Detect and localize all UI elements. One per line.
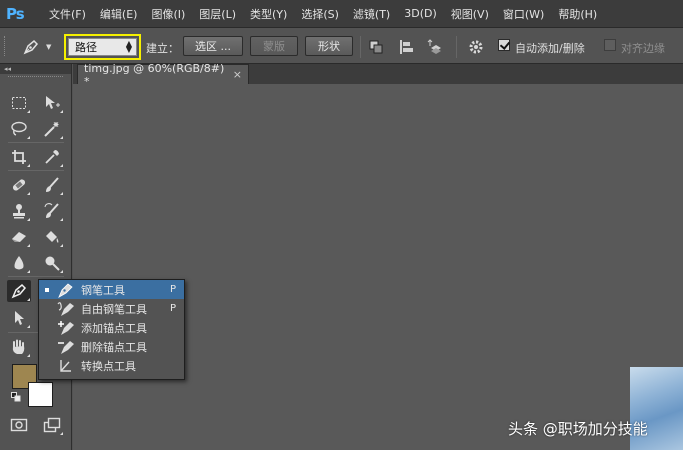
make-shape-button[interactable]: 形状 — [305, 36, 353, 56]
chevron-down-icon: ▼ — [46, 43, 52, 51]
lasso-tool[interactable] — [7, 118, 31, 140]
flyout-item-pen[interactable]: 钢笔工具 P — [39, 280, 184, 299]
selected-bullet-icon — [45, 287, 49, 292]
healing-brush-tool[interactable] — [7, 174, 31, 196]
freeform-pen-icon — [56, 300, 76, 318]
path-operations-icon[interactable] — [366, 37, 386, 57]
auto-add-delete-label: 自动添加/删除 — [515, 42, 585, 55]
menu-bar: Ps 文件(F) 编辑(E) 图像(I) 图层(L) 类型(Y) 选择(S) 滤… — [0, 0, 683, 27]
menu-select[interactable]: 选择(S) — [294, 6, 346, 22]
updown-arrow-icon: ▲ ▼ — [125, 39, 132, 54]
menu-image[interactable]: 图像(I) — [144, 6, 192, 22]
divider — [8, 170, 64, 171]
menu-layer[interactable]: 图层(L) — [192, 6, 243, 22]
tool-mode-select[interactable]: 路径 ▲ ▼ — [64, 34, 141, 60]
brush-tool[interactable] — [40, 174, 64, 196]
delete-anchor-icon — [56, 338, 76, 356]
pen-tool[interactable] — [7, 280, 31, 302]
path-alignment-icon[interactable] — [396, 37, 416, 57]
convert-point-icon — [56, 357, 76, 375]
blur-tool[interactable] — [7, 252, 31, 274]
flyout-item-shortcut: P — [170, 284, 177, 295]
auto-add-delete-checkbox[interactable] — [498, 39, 510, 51]
document-tab[interactable]: timg.jpg @ 60%(RGB/8#) * × — [77, 62, 249, 88]
options-bar-grip[interactable] — [4, 36, 8, 56]
document-tab-bar: timg.jpg @ 60%(RGB/8#) * × — [73, 62, 683, 88]
eyedropper-tool[interactable] — [40, 146, 64, 168]
make-selection-button[interactable]: 选区 ... — [183, 36, 243, 56]
flyout-item-label: 转换点工具 — [81, 359, 136, 373]
flyout-item-label: 钢笔工具 — [81, 283, 125, 297]
flyout-item-label: 添加锚点工具 — [81, 321, 147, 335]
flyout-item-shortcut: P — [170, 303, 177, 314]
flyout-item-freeform-pen[interactable]: 自由钢笔工具 P — [39, 299, 184, 318]
pen-tool-flyout-menu: 钢笔工具 P 自由钢笔工具 P 添加锚点工具 删除锚点工具 转换点工具 — [38, 279, 185, 380]
divider — [8, 276, 64, 277]
screen-mode-icon[interactable] — [40, 414, 64, 436]
pen-icon — [56, 281, 76, 299]
menu-window[interactable]: 窗口(W) — [496, 6, 551, 22]
default-colors-icon[interactable] — [9, 390, 23, 404]
background-color-swatch[interactable] — [28, 382, 53, 407]
history-brush-tool[interactable] — [40, 200, 64, 222]
hand-tool[interactable] — [7, 336, 31, 358]
options-bar: ▼ 路径 ▲ ▼ 建立： 选区 ... 蒙版 形状 自动添加/删除 对齐边缘 — [0, 27, 683, 64]
flyout-item-convert-point[interactable]: 转换点工具 — [39, 356, 184, 375]
divider — [8, 142, 64, 143]
divider — [456, 36, 457, 58]
paint-bucket-tool[interactable] — [40, 226, 64, 248]
panel-grip[interactable] — [8, 76, 63, 82]
path-selection-tool[interactable] — [7, 307, 31, 329]
panel-collapse-icon[interactable]: ◂◂ — [0, 64, 71, 74]
menu-3d[interactable]: 3D(D) — [397, 7, 444, 20]
eraser-tool[interactable] — [7, 226, 31, 248]
quick-mask-icon[interactable] — [7, 414, 31, 436]
tool-preset-picker[interactable]: ▼ — [22, 37, 52, 57]
flyout-item-label: 删除锚点工具 — [81, 340, 147, 354]
menu-edit[interactable]: 编辑(E) — [93, 6, 145, 22]
menu-help[interactable]: 帮助(H) — [551, 6, 604, 22]
tool-mode-value: 路径 — [75, 41, 97, 54]
move-tool[interactable] — [40, 92, 64, 114]
canvas-area[interactable] — [73, 84, 683, 450]
path-arrangement-icon[interactable] — [426, 37, 446, 57]
flyout-item-add-anchor[interactable]: 添加锚点工具 — [39, 318, 184, 337]
divider — [360, 36, 361, 58]
make-label: 建立： — [146, 42, 179, 55]
menu-file[interactable]: 文件(F) — [42, 6, 93, 22]
watermark: 头条 @职场加分技能 — [508, 420, 648, 438]
add-anchor-icon — [56, 319, 76, 337]
menu-type[interactable]: 类型(Y) — [243, 6, 294, 22]
dodge-tool[interactable] — [40, 252, 64, 274]
clone-stamp-tool[interactable] — [7, 200, 31, 222]
close-icon[interactable]: × — [233, 68, 242, 81]
pen-icon — [22, 38, 40, 56]
menu-filter[interactable]: 滤镜(T) — [346, 6, 397, 22]
make-mask-button[interactable]: 蒙版 — [250, 36, 298, 56]
menu-view[interactable]: 视图(V) — [444, 6, 496, 22]
crop-tool[interactable] — [7, 146, 31, 168]
flyout-item-delete-anchor[interactable]: 删除锚点工具 — [39, 337, 184, 356]
flyout-item-label: 自由钢笔工具 — [81, 302, 147, 316]
gear-icon[interactable] — [466, 37, 486, 57]
magic-wand-tool[interactable] — [40, 118, 64, 140]
align-edges-checkbox[interactable] — [604, 39, 616, 51]
tools-panel: ◂◂ — [0, 64, 72, 450]
marquee-tool[interactable] — [7, 92, 31, 114]
align-edges-label: 对齐边缘 — [621, 42, 665, 55]
photoshop-logo: Ps — [6, 4, 25, 23]
